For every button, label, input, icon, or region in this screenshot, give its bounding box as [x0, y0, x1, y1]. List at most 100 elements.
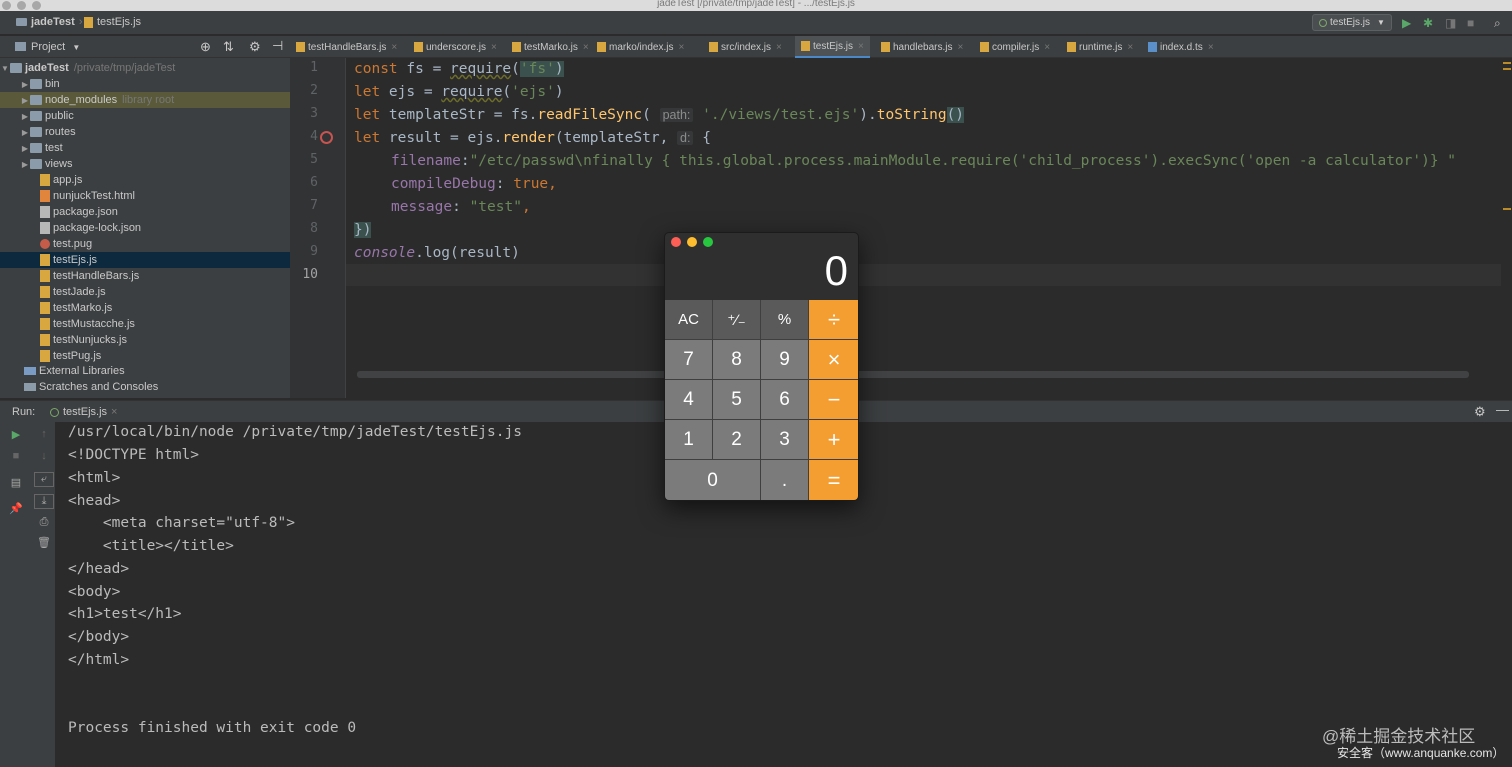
- trash-icon[interactable]: 🗑: [34, 536, 54, 549]
- collapse-icon[interactable]: ⇅: [223, 39, 234, 55]
- key-2[interactable]: 2: [713, 420, 761, 460]
- key-percent[interactable]: %: [761, 300, 809, 340]
- search-icon[interactable]: ⌕: [1494, 15, 1501, 31]
- key-ac[interactable]: AC: [665, 300, 713, 340]
- calculator-window[interactable]: 0 AC ⁺∕₋ % ÷ 7 8 9 × 4 5 6 − 1 2 3 + 0 .…: [664, 232, 859, 501]
- key-9[interactable]: 9: [761, 340, 809, 380]
- code-editor[interactable]: const fs = require('fs') let ejs = requi…: [346, 58, 1501, 368]
- tree-item-scratches[interactable]: Scratches and Consoles: [0, 379, 290, 395]
- soft-wrap-icon[interactable]: ⤶: [34, 472, 54, 487]
- close-icon[interactable]: [671, 237, 681, 247]
- key-multiply[interactable]: ×: [809, 340, 858, 380]
- warning-marker[interactable]: [1503, 208, 1511, 210]
- layout-icon[interactable]: ▤: [6, 476, 26, 489]
- close-icon[interactable]: ×: [111, 406, 117, 418]
- minimize-icon[interactable]: —: [1496, 402, 1509, 417]
- expand-right-icon[interactable]: ▶: [20, 144, 30, 153]
- key-plus-minus[interactable]: ⁺∕₋: [713, 300, 761, 340]
- stop-icon[interactable]: ■: [6, 450, 26, 462]
- horizontal-scrollbar[interactable]: [357, 371, 1469, 378]
- tab-marko-index[interactable]: marko/index.js ×: [597, 36, 684, 58]
- project-view-dropdown[interactable]: Project ▼: [31, 41, 80, 53]
- coverage-icon[interactable]: ◨: [1445, 15, 1456, 31]
- minimize-icon[interactable]: [687, 237, 697, 247]
- warning-marker[interactable]: [1503, 62, 1511, 64]
- tab-index-d-ts[interactable]: index.d.ts ×: [1148, 36, 1214, 58]
- key-3[interactable]: 3: [761, 420, 809, 460]
- stop-icon[interactable]: ■: [1467, 15, 1474, 31]
- key-6[interactable]: 6: [761, 380, 809, 420]
- tree-item-external-libraries[interactable]: External Libraries: [0, 363, 290, 379]
- close-icon[interactable]: ×: [491, 42, 497, 53]
- key-4[interactable]: 4: [665, 380, 713, 420]
- tree-item-testmarko-js[interactable]: testMarko.js: [0, 300, 290, 316]
- key-add[interactable]: +: [809, 420, 858, 460]
- close-icon[interactable]: ×: [583, 42, 589, 53]
- gear-icon[interactable]: ⚙: [1474, 404, 1486, 420]
- expand-right-icon[interactable]: ▶: [20, 80, 30, 89]
- gear-icon[interactable]: ⚙: [249, 39, 261, 55]
- breadcrumb-file[interactable]: testEjs.js: [84, 16, 141, 28]
- key-divide[interactable]: ÷: [809, 300, 858, 340]
- tree-item-test-pug[interactable]: test.pug: [0, 236, 290, 252]
- debug-icon[interactable]: ✱: [1423, 15, 1433, 31]
- breakpoint-icon[interactable]: [320, 131, 333, 144]
- pin-icon[interactable]: 📌: [6, 502, 26, 515]
- close-icon[interactable]: ×: [678, 42, 684, 53]
- zoom-icon[interactable]: [703, 237, 713, 247]
- tree-item-public[interactable]: ▶ public: [0, 108, 290, 124]
- tree-item-testjade-js[interactable]: testJade.js: [0, 284, 290, 300]
- arrow-down-icon[interactable]: ↓: [34, 450, 54, 462]
- tab-compiler[interactable]: compiler.js ×: [980, 36, 1050, 58]
- window-controls[interactable]: [671, 237, 713, 247]
- close-icon[interactable]: ×: [957, 42, 963, 53]
- breadcrumb-project[interactable]: jadeTest ›: [16, 16, 82, 28]
- run-icon[interactable]: ▶: [1402, 15, 1411, 31]
- editor-gutter[interactable]: 1 2 3 4 5 6 7 8 9 10: [290, 58, 346, 398]
- key-subtract[interactable]: −: [809, 380, 858, 420]
- expand-right-icon[interactable]: ▶: [20, 160, 30, 169]
- key-equals[interactable]: =: [809, 460, 858, 500]
- tab-testmarko[interactable]: testMarko.js ×: [512, 36, 589, 58]
- tree-item-testpug-js[interactable]: testPug.js: [0, 348, 290, 364]
- key-5[interactable]: 5: [713, 380, 761, 420]
- key-0[interactable]: 0: [665, 460, 761, 500]
- expand-right-icon[interactable]: ▶: [20, 128, 30, 137]
- key-7[interactable]: 7: [665, 340, 713, 380]
- tree-item-package-lock-json[interactable]: package-lock.json: [0, 220, 290, 236]
- tree-item-testmustacche-js[interactable]: testMustacche.js: [0, 316, 290, 332]
- tab-handlebars[interactable]: handlebars.js ×: [881, 36, 963, 58]
- tree-item-routes[interactable]: ▶ routes: [0, 124, 290, 140]
- tree-item-views[interactable]: ▶ views: [0, 156, 290, 172]
- close-icon[interactable]: ×: [1044, 42, 1050, 53]
- tree-item-bin[interactable]: ▶ bin: [0, 76, 290, 92]
- tab-src-index[interactable]: src/index.js ×: [709, 36, 782, 58]
- key-8[interactable]: 8: [713, 340, 761, 380]
- tree-root[interactable]: ▼ jadeTest /private/tmp/jadeTest: [0, 60, 290, 76]
- close-icon[interactable]: ×: [391, 42, 397, 53]
- tab-testhandlebars[interactable]: testHandleBars.js ×: [296, 36, 397, 58]
- close-icon[interactable]: ×: [1208, 42, 1214, 53]
- scroll-to-end-icon[interactable]: ⤓: [34, 494, 54, 509]
- tree-item-testhandlebars-js[interactable]: testHandleBars.js: [0, 268, 290, 284]
- rerun-icon[interactable]: ▶: [6, 428, 26, 441]
- tab-underscore[interactable]: underscore.js ×: [414, 36, 497, 58]
- hide-icon[interactable]: ⊣: [272, 38, 283, 54]
- locate-icon[interactable]: ⊕: [200, 39, 211, 55]
- tree-item-node-modules[interactable]: ▶ node_modules library root: [0, 92, 290, 108]
- tree-item-package-json[interactable]: package.json: [0, 204, 290, 220]
- tree-item-app-js[interactable]: app.js: [0, 172, 290, 188]
- expand-right-icon[interactable]: ▶: [20, 112, 30, 121]
- tree-item-test[interactable]: ▶ test: [0, 140, 290, 156]
- tab-runtime[interactable]: runtime.js ×: [1067, 36, 1133, 58]
- run-configuration-dropdown[interactable]: testEjs.js ▼: [1312, 14, 1392, 31]
- tab-testejs[interactable]: testEjs.js ×: [795, 36, 870, 58]
- tree-item-testejs-js[interactable]: testEjs.js: [0, 252, 290, 268]
- expand-down-icon[interactable]: ▼: [0, 64, 10, 73]
- key-decimal[interactable]: .: [761, 460, 809, 500]
- tree-item-nunjucktest-html[interactable]: nunjuckTest.html: [0, 188, 290, 204]
- warning-marker[interactable]: [1503, 68, 1511, 70]
- run-tab[interactable]: testEjs.js ×: [50, 406, 117, 418]
- arrow-up-icon[interactable]: ↑: [34, 428, 54, 440]
- close-icon[interactable]: ×: [1127, 42, 1133, 53]
